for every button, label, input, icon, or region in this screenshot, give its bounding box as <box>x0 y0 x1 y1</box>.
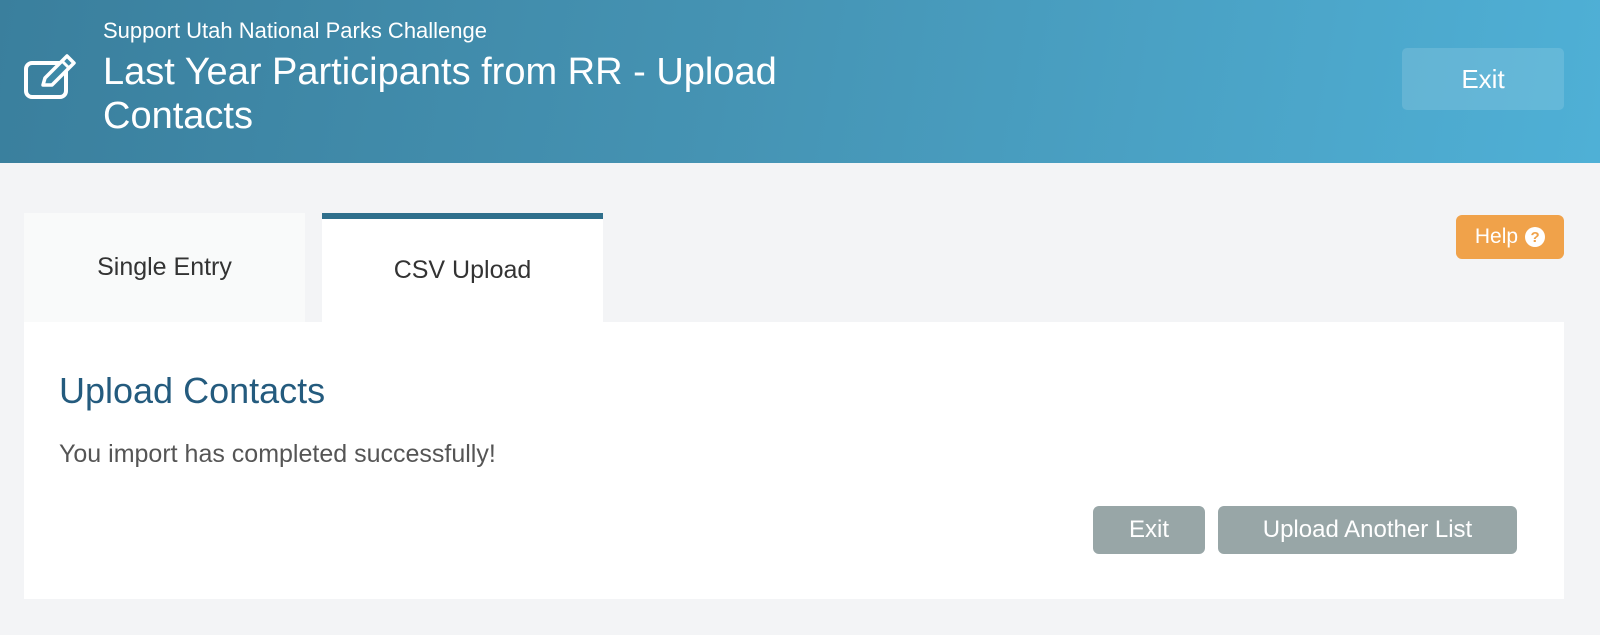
header-exit-button[interactable]: Exit <box>1402 48 1564 110</box>
tab-label: CSV Upload <box>393 256 532 284</box>
exit-button[interactable]: Exit <box>1093 506 1205 554</box>
header-subtitle: Support Utah National Parks Challenge <box>103 18 488 43</box>
success-message: You import has completed successfully! <box>59 440 496 468</box>
tab-label: Single Entry <box>97 253 232 281</box>
upload-panel: Upload Contacts You import has completed… <box>24 322 1564 599</box>
question-circle-icon: ? <box>1525 227 1546 247</box>
page-title: Last Year Participants from RR - Upload … <box>103 51 777 137</box>
page-header: Support Utah National Parks Challenge La… <box>0 0 1600 163</box>
help-button[interactable]: Help ? <box>1456 215 1564 259</box>
panel-title: Upload Contacts <box>59 370 326 411</box>
edit-icon <box>23 53 79 101</box>
help-label: Help <box>1474 225 1519 248</box>
tab-single-entry[interactable]: Single Entry <box>24 213 305 322</box>
tab-csv-upload[interactable]: CSV Upload <box>322 213 603 322</box>
upload-another-list-button[interactable]: Upload Another List <box>1218 506 1517 554</box>
